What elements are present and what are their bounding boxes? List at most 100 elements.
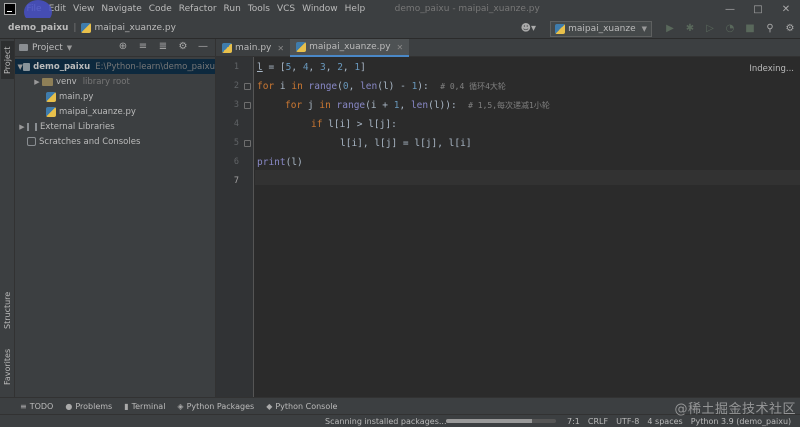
menu-code[interactable]: Code <box>145 0 175 18</box>
todo-button[interactable]: ≡ TODO <box>20 402 53 411</box>
packages-icon: ◈ <box>177 401 184 411</box>
user-icon[interactable]: ☻▾ <box>521 23 536 34</box>
tree-item-scratches[interactable]: Scratches and Consoles <box>15 134 215 149</box>
line-separator[interactable]: CRLF <box>588 417 608 426</box>
fold-icon[interactable] <box>244 102 251 109</box>
tab-structure[interactable]: Structure <box>1 287 14 333</box>
tree-item-external-libraries[interactable]: ▶ External Libraries <box>15 119 215 134</box>
code-line-2[interactable]: for i in range(0, len(l) - 1): # 0,4 循环4… <box>257 81 506 92</box>
progress-bar <box>446 419 556 423</box>
problems-button[interactable]: ● Problems <box>65 402 112 411</box>
interpreter-selector[interactable]: Python 3.9 (demo_paixu) <box>691 417 791 426</box>
coverage-icon[interactable]: ▷ <box>700 23 720 34</box>
fold-icon[interactable] <box>244 140 251 147</box>
breadcrumb-separator: | <box>73 23 77 33</box>
code-line-4[interactable]: if l[i] > l[j]: <box>311 119 397 130</box>
line-number: 1 <box>233 62 239 72</box>
tree-item-venv[interactable]: ▶ venv library root <box>15 74 215 89</box>
close-icon[interactable]: ✕ <box>772 0 800 18</box>
run-config-select[interactable]: maipai_xuanze ▼ <box>550 20 652 37</box>
window-title: demo_paixu - maipai_xuanze.py <box>394 4 540 14</box>
code-line-6[interactable]: print(l) <box>257 157 303 168</box>
tree-item-main[interactable]: main.py <box>15 89 215 104</box>
menu-bar: File Edit View Navigate Code Refactor Ru… <box>0 0 800 24</box>
tab-label: maipai_xuanze.py <box>309 42 391 52</box>
tree-item-maipai[interactable]: maipai_xuanze.py <box>15 104 215 119</box>
close-icon[interactable]: ✕ <box>397 43 404 52</box>
root-name: demo_paixu <box>33 61 91 72</box>
python-console-button[interactable]: ◆ Python Console <box>266 402 337 411</box>
tab-maipai-xuanze-py[interactable]: maipai_xuanze.py ✕ <box>290 39 410 57</box>
project-panel-title[interactable]: Project ▼ <box>32 43 72 53</box>
tab-label: main.py <box>235 43 272 53</box>
hide-icon[interactable]: — <box>193 41 213 52</box>
fold-icon[interactable] <box>244 83 251 90</box>
chevron-right-icon[interactable]: ▶ <box>17 123 27 131</box>
expand-all-icon[interactable]: ≡ <box>133 41 153 52</box>
left-tool-strip: Project Structure Favorites <box>0 39 15 397</box>
caret-position[interactable]: 7:1 <box>567 417 580 426</box>
indent-setting[interactable]: 4 spaces <box>647 417 682 426</box>
collapse-all-icon[interactable]: ≣ <box>153 41 173 52</box>
python-file-icon <box>46 106 56 117</box>
debug-icon[interactable]: ✱ <box>680 23 700 34</box>
file-name: main.py <box>59 91 94 102</box>
line-number: 3 <box>233 100 239 110</box>
locate-icon[interactable]: ⊕ <box>113 41 133 52</box>
line-number: 6 <box>233 157 239 167</box>
python-file-icon <box>46 91 56 102</box>
watermark: @稀土掘金技术社区 <box>674 402 796 417</box>
minimize-icon[interactable]: — <box>716 0 744 18</box>
python-file-icon <box>222 43 232 53</box>
terminal-icon: ▮ <box>124 401 129 411</box>
menu-navigate[interactable]: Navigate <box>98 0 145 18</box>
gear-icon[interactable]: ⚙ <box>173 41 193 52</box>
run-config-label: maipai_xuanze <box>568 23 636 34</box>
pycharm-logo-icon <box>4 3 16 15</box>
profile-icon[interactable]: ◔ <box>720 23 740 34</box>
list-icon: ≡ <box>20 401 27 411</box>
chevron-right-icon[interactable]: ▶ <box>32 78 42 86</box>
code-line-5[interactable]: l[i], l[j] = l[j], l[i] <box>340 138 472 149</box>
project-tree: ▼ demo_paixu E:\Python-learn\demo_paixu … <box>15 57 215 149</box>
tree-item-root[interactable]: ▼ demo_paixu E:\Python-learn\demo_paixu <box>15 59 215 74</box>
root-path: E:\Python-learn\demo_paixu <box>95 61 215 72</box>
search-icon[interactable]: ⚲ <box>760 23 780 34</box>
warning-icon: ● <box>65 401 73 411</box>
python-file-icon <box>296 42 307 52</box>
scratches-label: Scratches and Consoles <box>39 136 141 147</box>
tab-project[interactable]: Project <box>1 41 14 79</box>
line-number: 7 <box>233 176 239 186</box>
venv-note: library root <box>82 76 130 87</box>
navigation-bar: demo_paixu | maipai_xuanze.py ☻▾ maipai_… <box>0 18 800 39</box>
terminal-button[interactable]: ▮ Terminal <box>124 402 165 411</box>
breadcrumb-project[interactable]: demo_paixu <box>0 23 68 33</box>
menu-window[interactable]: Window <box>299 0 342 18</box>
tab-favorites[interactable]: Favorites <box>1 344 14 390</box>
menu-vcs[interactable]: VCS <box>273 0 298 18</box>
folder-icon <box>23 62 31 71</box>
stop-icon[interactable]: ■ <box>740 23 760 34</box>
library-icon <box>27 122 37 131</box>
run-icon[interactable]: ▶ <box>660 23 680 34</box>
maximize-icon[interactable]: □ <box>744 0 772 18</box>
python-packages-button[interactable]: ◈ Python Packages <box>177 402 254 411</box>
menu-tools[interactable]: Tools <box>244 0 273 18</box>
settings-icon[interactable]: ⚙ <box>780 23 800 34</box>
close-icon[interactable]: ✕ <box>277 44 284 53</box>
menu-view[interactable]: View <box>70 0 98 18</box>
file-name: maipai_xuanze.py <box>59 106 136 117</box>
file-encoding[interactable]: UTF-8 <box>616 417 639 426</box>
code-line-3[interactable]: for j in range(i + 1, len(l)): # 1,5,每次递… <box>285 100 550 111</box>
project-icon <box>19 44 28 51</box>
python-file-icon <box>81 23 92 33</box>
menu-refactor[interactable]: Refactor <box>175 0 220 18</box>
code-line-1[interactable]: l = [5, 4, 3, 2, 1] <box>257 62 366 73</box>
menu-help[interactable]: Help <box>341 0 369 18</box>
menu-run[interactable]: Run <box>220 0 244 18</box>
line-number: 4 <box>233 119 239 129</box>
editor-tab-bar: main.py ✕ maipai_xuanze.py ✕ <box>216 39 800 57</box>
tab-main-py[interactable]: main.py ✕ <box>216 39 290 57</box>
line-number-gutter: 1 2 3 4 5 6 7 <box>216 57 254 397</box>
breadcrumb-file[interactable]: maipai_xuanze.py <box>94 23 175 33</box>
